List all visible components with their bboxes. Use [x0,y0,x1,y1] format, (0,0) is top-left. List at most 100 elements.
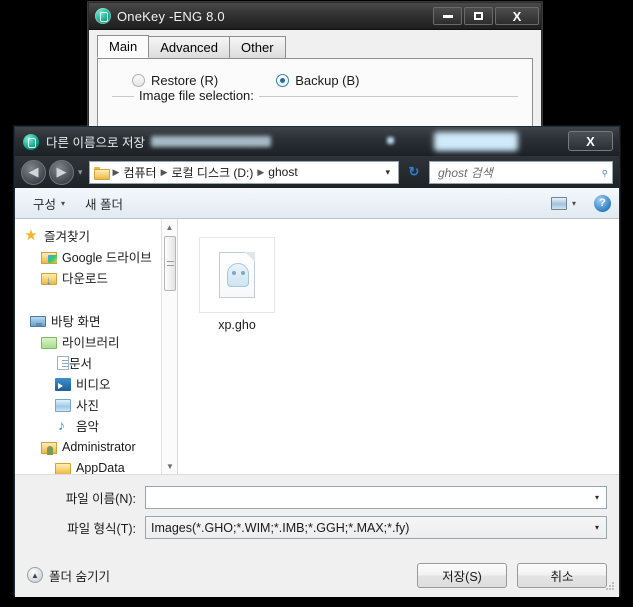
breadcrumb-item-ghost[interactable]: ghost [265,165,300,179]
dialog-close-button[interactable]: X [568,131,613,151]
tab-main[interactable]: Main [97,35,150,58]
user-folder-icon [41,441,57,455]
dialog-form: 파일 이름(N): ▾ 파일 형식(T): Images(*.GHO;*.WIM… [15,474,619,540]
refresh-icon: ↻ [408,164,420,179]
desktop-monitor-icon [30,316,46,327]
redacted-title-text [150,136,271,147]
view-mode-icon [550,196,567,210]
downloads-folder-icon [41,272,57,287]
sidebar-item-label: Google 드라이브 [62,251,152,265]
file-name-row: 파일 이름(N): ▾ [27,485,607,510]
breadcrumb-separator: ▶ [112,166,120,177]
refresh-button[interactable]: ↻ [402,161,426,184]
file-thumbnail [199,237,275,313]
sidebar-item-favorites[interactable]: ★ 즐겨찾기 [15,225,177,246]
google-drive-folder-icon [41,251,57,264]
chevron-down-icon: ▾ [61,198,66,208]
navigation-pane: ★ 즐겨찾기 Google 드라이브 다운로드 바탕 화면 [15,219,178,474]
radio-restore[interactable]: Restore (R) [132,73,218,88]
file-name-combobox[interactable]: ▾ [145,486,607,509]
onekey-logo-icon [23,133,39,150]
sidebar-item-label: 문서 [69,357,93,371]
onekey-titlebar[interactable]: OneKey -ENG 8.0 X [89,3,541,30]
chevron-down-icon[interactable]: ▾ [588,517,606,538]
ghost-glyph-icon [227,263,249,287]
search-input[interactable]: ghost 검색 [438,164,601,181]
sidebar-item-pictures[interactable]: 사진 [15,394,177,415]
music-icon [55,417,71,434]
sidebar-item-label: 음악 [76,420,100,434]
back-button[interactable]: ◀ [21,159,46,185]
sidebar-item-music[interactable]: 음악 [15,415,177,436]
radio-backup[interactable]: Backup (B) [276,73,360,88]
favorites-star-icon: ★ [24,226,38,244]
save-as-dialog: 다른 이름으로 저장 X ◀ ▶ ▾ ▶ 컴퓨터 ▶ 로컬 디스크 (D:) ▶… [14,126,620,597]
onekey-tabstrip: Main Advanced Other [97,35,533,59]
sidebar-item-label: AppData [76,460,125,475]
dialog-footer: ▲ 폴더 숨기기 저장(S) 취소 [15,545,619,597]
chevron-up-icon: ▲ [27,567,43,583]
maximize-button[interactable] [464,7,493,25]
resize-grip[interactable] [605,581,616,592]
dialog-navigation-bar: ◀ ▶ ▾ ▶ 컴퓨터 ▶ 로컬 디스크 (D:) ▶ ghost ▾ ↻ gh… [15,156,619,188]
minimize-button[interactable] [433,7,462,25]
help-button[interactable]: ? [594,194,611,212]
sidebar-item-appdata[interactable]: AppData [15,457,177,474]
image-file-selection-label: Image file selection: [134,88,259,103]
new-folder-label: 새 폴더 [85,197,124,212]
sidebar-item-label: 사진 [76,399,100,413]
cancel-button[interactable]: 취소 [517,562,607,588]
onekey-logo-icon [95,8,111,24]
breadcrumb-separator: ▶ [160,166,168,177]
sidebar-item-label: Administrator [62,439,136,454]
close-button[interactable]: X [495,7,539,25]
tab-advanced[interactable]: Advanced [148,36,231,58]
documents-icon [57,356,69,370]
dialog-titlebar[interactable]: 다른 이름으로 저장 X [15,127,619,156]
list-item[interactable]: xp.gho [192,229,282,332]
file-name-label: xp.gho [218,318,256,332]
sidebar-group-spacer [15,288,177,310]
chevron-down-icon[interactable]: ▾ [588,487,606,508]
sidebar-item-google-drive[interactable]: Google 드라이브 [15,246,177,267]
new-folder-button[interactable]: 새 폴더 [75,191,133,215]
scroll-down-button[interactable]: ▼ [162,458,177,474]
navpane-scrollbar[interactable]: ▲ ▼ [161,219,177,474]
scrollbar-thumb[interactable] [164,236,176,291]
history-dropdown-button[interactable]: ▾ [78,167,83,178]
save-button[interactable]: 저장(S) [417,562,507,588]
file-type-combobox[interactable]: Images(*.GHO;*.WIM;*.IMB;*.GGH;*.MAX;*.f… [145,516,607,539]
dialog-main-area: ★ 즐겨찾기 Google 드라이브 다운로드 바탕 화면 [15,219,619,474]
tab-other[interactable]: Other [229,36,286,58]
sidebar-item-documents[interactable]: 문서 [15,352,177,373]
breadcrumb-separator: ▶ [257,166,265,177]
forward-arrow-icon: ▶ [56,164,67,179]
screen-root: OneKey -ENG 8.0 X Main Advanced Other Re… [0,0,633,607]
sidebar-item-videos[interactable]: 비디오 [15,373,177,394]
chevron-down-icon: ▾ [571,198,576,208]
radio-backup-label: Backup (B) [295,73,360,88]
view-mode-button[interactable]: ▾ [541,191,586,215]
dialog-title: 다른 이름으로 저장 [46,136,145,150]
pictures-icon [55,399,71,412]
onekey-window-title: OneKey -ENG 8.0 [117,8,225,24]
organize-button[interactable]: 구성 ▾ [23,191,75,215]
redacted-block [434,132,518,151]
sidebar-item-libraries[interactable]: 라이브러리 [15,331,177,352]
address-dropdown-icon[interactable]: ▾ [379,167,396,178]
hide-folders-button[interactable]: ▲ 폴더 숨기기 [27,566,110,585]
sidebar-item-desktop[interactable]: 바탕 화면 [15,310,177,331]
breadcrumb-item-computer[interactable]: 컴퓨터 [120,164,159,181]
sidebar-item-downloads[interactable]: 다운로드 [15,267,177,288]
scroll-up-button[interactable]: ▲ [162,219,177,235]
file-list-pane[interactable]: xp.gho [178,219,619,474]
onekey-window: OneKey -ENG 8.0 X Main Advanced Other Re… [88,2,542,130]
maximize-icon [474,12,483,20]
sidebar-item-administrator[interactable]: Administrator [15,436,177,457]
breadcrumb-item-local-disk[interactable]: 로컬 디스크 (D:) [169,164,257,181]
address-bar[interactable]: ▶ 컴퓨터 ▶ 로컬 디스크 (D:) ▶ ghost ▾ [88,160,399,184]
forward-button[interactable]: ▶ [49,159,74,185]
mode-radio-group: Restore (R) Backup (B) [132,73,518,88]
image-file-selection-group: Image file selection: [112,88,518,103]
search-box[interactable]: ghost 검색 ⌕ [429,160,613,184]
